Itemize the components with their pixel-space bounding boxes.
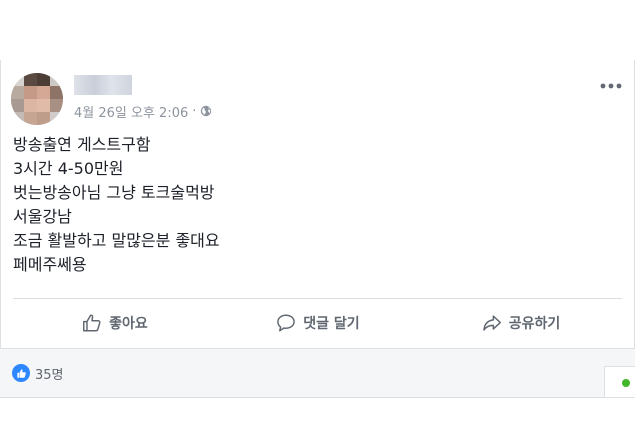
post-text-line: 페메주쎄용 — [13, 255, 87, 274]
chat-tab[interactable] — [604, 366, 635, 398]
like-reaction-icon — [12, 364, 30, 382]
online-status-dot — [622, 379, 630, 387]
like-label: 좋아요 — [109, 316, 148, 332]
share-label: 공유하기 — [508, 316, 561, 332]
post-text-line: 서울강남 — [13, 207, 72, 226]
post-timestamp[interactable]: 4월 26일 오후 2:06 — [74, 102, 188, 121]
post-card: 4월 26일 오후 2:06 · 방송출연 게스트구함 3시간 4-50만원 벗… — [0, 60, 635, 349]
comment-icon — [277, 314, 296, 332]
post-text-line: 방송출연 게스트구함 — [13, 135, 151, 154]
author-name-redacted[interactable] — [74, 75, 132, 95]
next-content-strip — [0, 397, 635, 424]
thumbs-up-icon — [83, 314, 101, 332]
post-text-line: 조금 활발하고 말많은분 좋대요 — [13, 231, 220, 250]
share-button[interactable]: 공유하기 — [419, 304, 622, 342]
post-actions: 좋아요 댓글 달기 공유하기 — [13, 304, 622, 342]
post-text-line: 벗는방송아님 그냥 토크술먹방 — [13, 183, 215, 202]
more-horizontal-icon[interactable] — [600, 76, 622, 89]
globe-icon[interactable] — [200, 105, 212, 117]
comment-label: 댓글 달기 — [303, 316, 360, 332]
post-text: 방송출연 게스트구함 3시간 4-50만원 벗는방송아님 그냥 토크술먹방 서울… — [13, 133, 220, 277]
previous-content-strip — [0, 0, 635, 61]
reactions-bar[interactable]: 35명 — [0, 349, 635, 397]
meta-separator: · — [192, 103, 197, 119]
comment-button[interactable]: 댓글 달기 — [216, 304, 419, 342]
actions-divider — [13, 298, 622, 299]
avatar[interactable] — [11, 73, 63, 125]
share-icon — [482, 315, 501, 331]
post-meta: 4월 26일 오후 2:06 · — [74, 102, 212, 121]
reaction-count[interactable]: 35명 — [35, 364, 64, 383]
post-text-line: 3시간 4-50만원 — [13, 159, 124, 178]
like-button[interactable]: 좋아요 — [13, 304, 216, 342]
